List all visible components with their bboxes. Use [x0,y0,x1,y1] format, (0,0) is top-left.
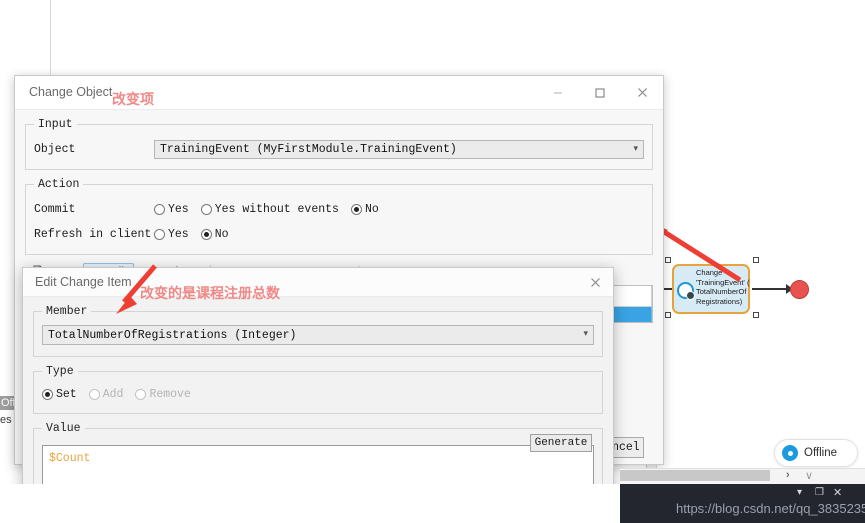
refresh-no-label: No [214,227,229,241]
scroll-next-icon[interactable]: › [786,469,790,481]
change-object-title: Change Object [29,85,113,99]
chevron-down-icon[interactable]: ∨ [805,469,813,482]
horizontal-scrollbar-thumb[interactable] [620,470,770,481]
annotation-change-item: 改变项 [112,92,154,108]
bottom-left-white-area [0,484,620,523]
offline-status-badge[interactable]: Offline [774,439,858,467]
generate-button[interactable]: Generate [530,434,592,452]
member-group-legend: Member [46,305,88,318]
window-controls [537,76,663,109]
member-select-value: TotalNumberOfRegistrations (Integer) [48,328,297,342]
value-group-legend: Value [46,422,81,435]
commit-yes-label: Yes [168,202,189,216]
microflow-change-activity[interactable]: Change 'TrainingEvent' ( TotalNumberOf R… [672,264,750,314]
object-select-value: TrainingEvent (MyFirstModule.TrainingEve… [160,142,457,156]
refresh-row: Refresh in client Yes No [34,223,644,245]
radio-dot-refresh-yes [154,228,165,240]
chevron-down-icon: ▾ [633,142,638,153]
edit-item-window-controls [577,268,613,301]
action-group: Action Commit Yes Yes without events No … [25,178,653,255]
input-group: Input Object TrainingEvent (MyFirstModul… [25,118,653,170]
watermark-bar: https://blog.csdn.net/qq_38352351 ▾ ❐ ✕ [620,484,865,523]
refresh-radio-yes[interactable]: Yes [154,228,189,241]
radio-dot-no [350,203,362,215]
type-radio-remove[interactable]: Remove [135,387,191,401]
microflow-end-event-icon[interactable] [790,280,809,299]
value-editor-code: $Count [49,452,91,465]
offline-label: Offline [804,447,838,459]
object-label: Object [34,142,76,156]
maximize-icon[interactable] [579,76,621,109]
offline-indicator-icon [782,445,798,461]
member-row: TotalNumberOfRegistrations (Integer) ▾ [42,324,594,346]
type-radio-add[interactable]: Add [88,387,124,401]
type-remove-label: Remove [149,387,191,401]
type-options-row: Set Add Remove [42,383,594,405]
commit-radio-no[interactable]: No [350,202,379,216]
refresh-label: Refresh in client [34,227,152,241]
microflow-outgoing-arrow [752,284,793,294]
resize-handle-top-left[interactable] [665,257,671,263]
radio-dot-yes [154,203,165,215]
refresh-radio-no[interactable]: No [200,227,229,241]
refresh-yes-label: Yes [168,227,189,241]
radio-dot-add [88,388,100,400]
edit-change-item-title: Edit Change Item [35,275,132,289]
resize-handle-bottom-left[interactable] [665,312,671,318]
input-group-legend: Input [38,118,73,131]
commit-yes-without-events-label: Yes without events [214,202,339,216]
commit-radio-yes[interactable]: Yes [154,203,189,216]
watermark-url: https://blog.csdn.net/qq_38352351 [676,501,865,516]
watermark-maximize-icon[interactable]: ❐ [815,487,824,498]
resize-handle-bottom-right[interactable] [753,312,759,318]
minimize-icon[interactable] [537,76,579,109]
radio-dot-refresh-no [200,228,212,240]
commit-no-label: No [364,202,379,216]
change-object-icon [677,282,695,300]
commit-radio-yes-without-events[interactable]: Yes without events [200,202,339,216]
microflow-canvas[interactable] [655,90,865,435]
type-set-label: Set [56,387,77,401]
type-group: Type Set Add Remove [33,365,603,414]
commit-row: Commit Yes Yes without events No [34,198,644,220]
radio-dot-yes-without-events [200,203,212,215]
edit-change-item-titlebar[interactable]: Edit Change Item [23,268,613,297]
resize-handle-top-right[interactable] [753,257,759,263]
type-radio-set[interactable]: Set [42,388,77,401]
annotation-total-registrations: 改变的是课程注册总数 [140,286,280,302]
radio-dot-remove [135,388,147,400]
chevron-down-icon: ▾ [583,328,588,338]
close-icon[interactable] [577,268,613,296]
watermark-close-icon[interactable]: ✕ [833,486,842,499]
watermark-minimize-icon[interactable]: ▾ [797,487,802,498]
type-add-label: Add [102,387,124,401]
type-group-legend: Type [46,365,74,378]
left-sliver-es-text: es [0,414,12,426]
close-icon[interactable] [621,76,663,109]
radio-dot-set [42,388,53,400]
member-group: Member TotalNumberOfRegistrations (Integ… [33,305,603,357]
object-select[interactable]: TrainingEvent (MyFirstModule.TrainingEve… [154,139,644,159]
microflow-activity-label: Change 'TrainingEvent' ( TotalNumberOf R… [696,268,750,306]
member-select[interactable]: TotalNumberOfRegistrations (Integer) ▾ [42,325,594,345]
action-group-legend: Action [38,178,80,191]
commit-label: Commit [34,202,76,216]
object-row: Object TrainingEvent (MyFirstModule.Trai… [34,138,644,160]
